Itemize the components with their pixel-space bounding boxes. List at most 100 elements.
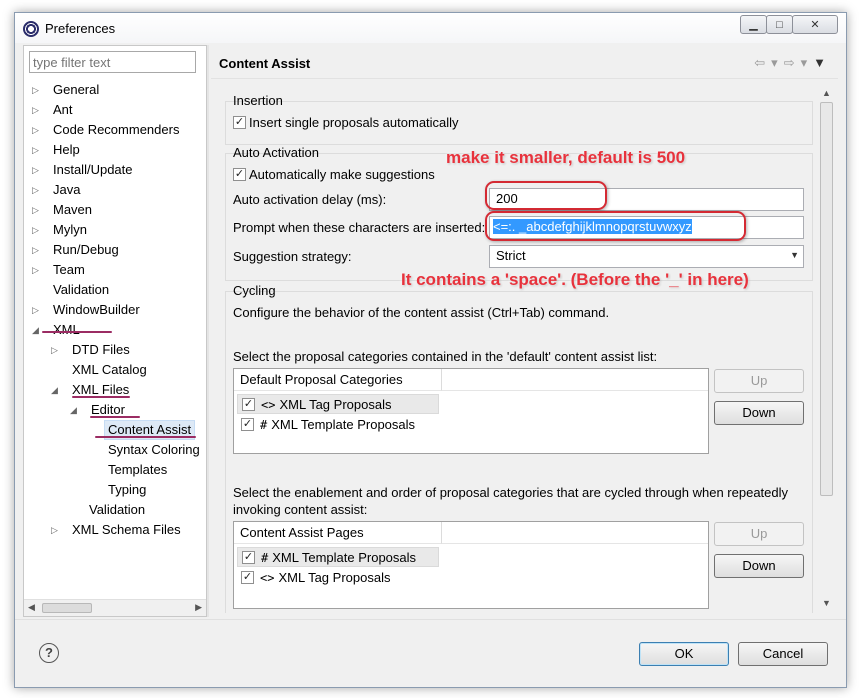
help-icon[interactable]: ?: [39, 643, 59, 663]
expand-icon[interactable]: ▷: [32, 120, 42, 140]
tree-item-general[interactable]: ▷ General: [32, 80, 99, 100]
cycling-group-title: Cycling: [233, 283, 276, 298]
table-row[interactable]: ✓ <> XML Tag Proposals: [237, 568, 390, 588]
prompt-chars-label: Prompt when these characters are inserte…: [233, 220, 486, 235]
cancel-button[interactable]: Cancel: [738, 642, 828, 666]
ok-button[interactable]: OK: [639, 642, 729, 666]
xml-files-underline: [72, 396, 130, 398]
pages-down-button[interactable]: Down: [714, 554, 804, 578]
page-header: Content Assist ⇦ ▾ ⇨ ▾ ▼: [211, 45, 838, 79]
content-assist-underline: [95, 436, 196, 438]
back-arrow-icon[interactable]: ⇦: [754, 55, 765, 71]
tree-item-syntax-coloring[interactable]: Syntax Coloring: [108, 440, 200, 460]
close-button[interactable]: ✕: [792, 15, 838, 34]
tree-item-java[interactable]: ▷ Java: [32, 180, 80, 200]
forward-dropdown-icon[interactable]: ▾: [801, 55, 808, 71]
scroll-up-icon[interactable]: ▲: [822, 88, 831, 98]
tree-item-validation[interactable]: Validation: [32, 280, 109, 300]
eclipse-icon: [23, 21, 39, 37]
strategy-label: Suggestion strategy:: [233, 249, 352, 264]
tree-item-help[interactable]: ▷ Help: [32, 140, 80, 160]
table-row[interactable]: ✓ # XML Template Proposals: [237, 547, 439, 567]
tree-item-xml[interactable]: ◢ XML: [32, 320, 80, 340]
row-checkbox[interactable]: ✓: [242, 398, 255, 412]
tree-item-run-debug[interactable]: ▷ Run/Debug: [32, 240, 119, 260]
expand-icon[interactable]: ▷: [32, 200, 42, 220]
row-checkbox[interactable]: ✓: [242, 551, 255, 565]
row-checkbox[interactable]: ✓: [241, 418, 254, 432]
expand-icon[interactable]: ▷: [32, 140, 42, 160]
default-categories-header[interactable]: Default Proposal Categories: [234, 369, 442, 391]
content-vertical-scrollbar[interactable]: ▲ ▼: [818, 85, 835, 611]
tree-item-install-update[interactable]: ▷ Install/Update: [32, 160, 133, 180]
content-assist-pages-table[interactable]: Content Assist Pages ✓ # XML Template Prop…: [233, 521, 709, 609]
title-bar[interactable]: Preferences ▁ □ ✕: [15, 13, 846, 43]
expand-icon[interactable]: ▷: [32, 100, 42, 120]
expand-icon[interactable]: ▷: [51, 520, 61, 540]
expand-icon[interactable]: ▷: [32, 80, 42, 100]
auto-activation-group-title: Auto Activation: [233, 145, 319, 160]
strategy-value: Strict: [496, 248, 526, 263]
cycle-label-line1: Select the enablement and order of propo…: [233, 485, 789, 500]
tree-item-team[interactable]: ▷ Team: [32, 260, 85, 280]
scroll-right-icon[interactable]: ▶: [195, 602, 202, 613]
history-controls: ⇦ ▾ ⇨ ▾ ▼: [754, 55, 826, 71]
tree-item-xml-validation[interactable]: Validation: [89, 500, 145, 520]
expand-icon[interactable]: ▷: [32, 300, 42, 320]
collapse-icon[interactable]: ◢: [51, 380, 61, 400]
content-assist-pages-header[interactable]: Content Assist Pages: [234, 522, 442, 544]
tree-item-maven[interactable]: ▷ Maven: [32, 200, 92, 220]
expand-icon[interactable]: ▷: [51, 340, 61, 360]
xml-underline: [42, 331, 112, 333]
tree-item-mylyn[interactable]: ▷ Mylyn: [32, 220, 87, 240]
default-down-button[interactable]: Down: [714, 401, 804, 425]
scroll-left-icon[interactable]: ◀: [28, 602, 35, 613]
delay-label: Auto activation delay (ms):: [233, 192, 387, 207]
tree-item-xml-catalog[interactable]: XML Catalog: [51, 360, 147, 380]
minimize-button[interactable]: ▁: [740, 15, 767, 34]
tree-item-dtd-files[interactable]: ▷ DTD Files: [51, 340, 130, 360]
filter-input[interactable]: [29, 51, 196, 73]
tree-item-xml-schema-files[interactable]: ▷ XML Schema Files: [51, 520, 181, 540]
make-suggestions-checkbox[interactable]: ✓: [233, 168, 246, 181]
scroll-down-icon[interactable]: ▼: [822, 598, 831, 608]
default-categories-table[interactable]: Default Proposal Categories ✓ <> XML Tag P…: [233, 368, 709, 454]
tree-item-templates[interactable]: Templates: [108, 460, 167, 480]
table-row[interactable]: ✓ <> XML Tag Proposals: [237, 394, 439, 414]
expand-icon[interactable]: ▷: [32, 260, 42, 280]
expand-icon[interactable]: ▷: [32, 240, 42, 260]
expand-icon[interactable]: ▷: [32, 160, 42, 180]
template-hash-icon: #: [261, 551, 269, 565]
table-row[interactable]: ✓ # XML Template Proposals: [237, 415, 415, 435]
back-dropdown-icon[interactable]: ▾: [771, 55, 778, 71]
default-list-label: Select the proposal categories contained…: [233, 349, 658, 364]
default-up-button[interactable]: Up: [714, 369, 804, 393]
expand-icon[interactable]: ▷: [32, 220, 42, 240]
table-header-filler: [442, 522, 708, 544]
maximize-button[interactable]: □: [766, 15, 793, 34]
pages-up-button[interactable]: Up: [714, 522, 804, 546]
collapse-icon[interactable]: ◢: [32, 320, 42, 340]
tree-item-code-recommenders[interactable]: ▷ Code Recommenders: [32, 120, 179, 140]
insertion-group-title: Insertion: [233, 93, 283, 108]
tree-item-ant[interactable]: ▷ Ant: [32, 100, 73, 120]
strategy-select[interactable]: Strict ▼: [489, 245, 804, 268]
cycle-label-line2: invoking content assist:: [233, 502, 368, 517]
panel-splitter[interactable]: [207, 45, 209, 617]
dropdown-arrow-icon[interactable]: ▼: [790, 250, 799, 260]
scroll-thumb[interactable]: [42, 603, 92, 613]
forward-arrow-icon[interactable]: ⇨: [784, 55, 795, 71]
scroll-thumb[interactable]: [820, 102, 833, 496]
view-menu-icon[interactable]: ▼: [813, 55, 826, 71]
row-checkbox[interactable]: ✓: [241, 571, 254, 585]
cycling-description: Configure the behavior of the content as…: [233, 305, 610, 320]
tree-item-typing[interactable]: Typing: [108, 480, 146, 500]
insert-single-label: Insert single proposals automatically: [249, 115, 459, 130]
space-annotation: It contains a 'space'. (Before the '_' i…: [401, 270, 749, 289]
tree-item-windowbuilder[interactable]: ▷ WindowBuilder: [32, 300, 140, 320]
expand-icon[interactable]: ▷: [32, 180, 42, 200]
insert-single-checkbox[interactable]: ✓: [233, 116, 246, 129]
delay-highlight-ring: [485, 181, 607, 210]
tree-horizontal-scrollbar[interactable]: ◀ ▶: [24, 599, 206, 616]
collapse-icon[interactable]: ◢: [70, 400, 80, 420]
